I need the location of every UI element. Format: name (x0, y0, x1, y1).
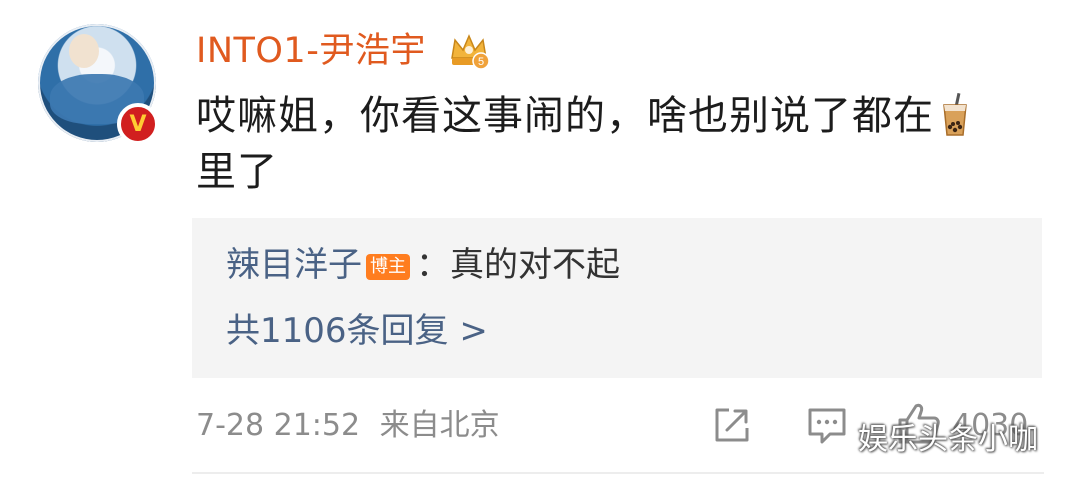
username[interactable]: INTO1-尹浩宇 (196, 30, 426, 72)
comment-icon[interactable] (806, 404, 848, 446)
comment-text: 哎嘛姐，你看这事闹的，啥也别说了都在 里了 (196, 88, 1004, 200)
view-replies-link[interactable]: 共1106条回复 > (226, 310, 488, 352)
verified-mark: V (129, 111, 147, 137)
reply-author[interactable]: 辣目洋子 (226, 245, 362, 285)
share-icon[interactable] (711, 404, 753, 446)
comment-meta: 7-28 21:52 来自北京 (196, 406, 500, 446)
verified-badge-icon: V (117, 103, 159, 145)
comment-line-2: 里了 (196, 149, 278, 195)
comment-line-1: 哎嘛姐，你看这事闹的，啥也别说了都在 (196, 88, 1004, 144)
watermark: 娱乐头条小咖 (858, 422, 1038, 457)
host-badge: 博主 (366, 254, 410, 280)
reply-separator: ： (416, 245, 450, 285)
crown-level-text: 5 (478, 56, 484, 68)
comment-line-1-text: 哎嘛姐，你看这事闹的，啥也别说了都在 (196, 93, 934, 139)
reply-item: 辣目洋子 博主 ：真的对不起 (226, 244, 620, 286)
reply-preview[interactable]: 辣目洋子 博主 ：真的对不起 共1106条回复 > (192, 218, 1042, 378)
reply-text: 真的对不起 (450, 245, 620, 285)
location: 来自北京 (379, 408, 500, 443)
timestamp: 7-28 21:52 (196, 408, 361, 443)
crown-level-icon: 5 (451, 34, 490, 70)
divider (192, 472, 1044, 474)
bubble-tea-icon (943, 93, 967, 136)
